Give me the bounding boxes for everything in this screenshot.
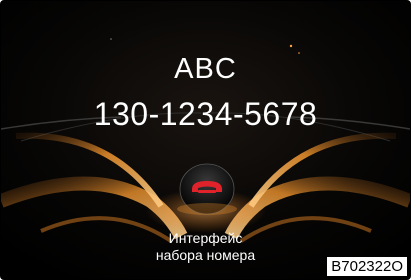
caption-line-1: Интерфейс [168, 230, 243, 246]
dialing-screen-figure: ABC 130-1234-5678 Интерфейс набора номер… [0, 0, 411, 280]
hangup-button[interactable] [172, 159, 242, 219]
phone-number: 130-1234-5678 [93, 96, 318, 132]
figure-code-label: B702322O [326, 256, 408, 277]
contact-name: ABC [174, 53, 237, 85]
dialing-screen: ABC 130-1234-5678 Интерфейс набора номер… [0, 0, 411, 280]
